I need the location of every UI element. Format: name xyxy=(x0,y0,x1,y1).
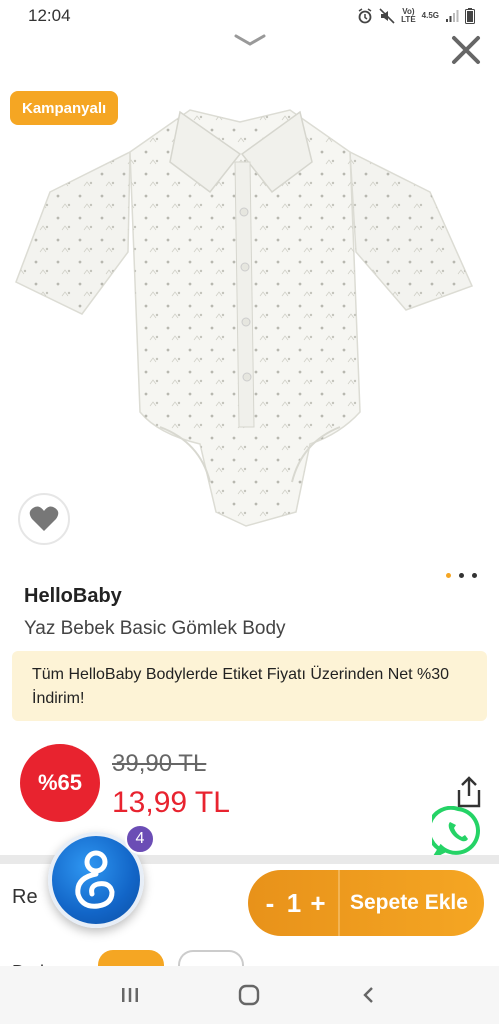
qty-plus-button[interactable]: + xyxy=(306,888,330,919)
new-price: 13,99 TL xyxy=(112,786,230,819)
status-time: 12:04 xyxy=(28,6,71,25)
system-nav-bar xyxy=(0,966,499,1024)
assistant-count-badge: 4 xyxy=(125,824,155,854)
mute-icon xyxy=(379,8,395,24)
battery-icon xyxy=(465,8,475,24)
qty-minus-button[interactable]: - xyxy=(258,888,282,919)
cart-separator xyxy=(338,870,340,936)
old-price: 39,90 TL xyxy=(112,750,207,777)
product-name: Yaz Bebek Basic Gömlek Body xyxy=(24,618,286,639)
back-icon xyxy=(363,987,373,1003)
home-icon xyxy=(239,984,260,1006)
close-icon[interactable] xyxy=(448,32,484,68)
signal-icon xyxy=(446,10,459,22)
return-info-label[interactable]: Re xyxy=(12,886,38,909)
brand-name[interactable]: HelloBaby xyxy=(24,585,122,608)
network-type: 4.5G xyxy=(421,11,439,20)
heart-icon xyxy=(29,506,59,531)
image-pager[interactable] xyxy=(446,573,477,578)
qty-value: 1 xyxy=(286,887,302,918)
network-label-bottom: LTE xyxy=(401,15,416,24)
back-button[interactable] xyxy=(349,975,389,1015)
favorite-button[interactable] xyxy=(18,493,70,545)
whatsapp-icon[interactable] xyxy=(432,806,484,858)
product-image[interactable] xyxy=(10,82,489,552)
share-icon[interactable] xyxy=(455,776,483,808)
promo-banner: Tüm HelloBaby Bodylerde Etiket Fiyatı Üz… xyxy=(12,651,487,721)
pager-dot[interactable] xyxy=(446,573,451,578)
status-bar: 12:04 Vo) LTE 4.5G xyxy=(0,0,499,32)
cart-control: - 1 + Sepete Ekle xyxy=(248,870,484,936)
home-button[interactable] xyxy=(229,975,269,1015)
recent-apps-icon xyxy=(121,988,138,1002)
add-to-cart-button[interactable]: Sepete Ekle xyxy=(350,891,468,915)
discount-badge: %65 xyxy=(20,744,100,822)
chevron-down-icon[interactable] xyxy=(230,30,270,50)
campaign-badge: Kampanyalı xyxy=(10,91,119,125)
alarm-icon xyxy=(358,8,372,24)
assistant-logo-icon xyxy=(75,850,115,909)
status-icons: Vo) LTE 4.5G xyxy=(357,8,475,24)
recent-apps-button[interactable] xyxy=(110,975,150,1015)
pager-dot[interactable] xyxy=(472,573,477,578)
pager-dot[interactable] xyxy=(459,573,464,578)
network-label: Vo) LTE xyxy=(401,8,416,24)
